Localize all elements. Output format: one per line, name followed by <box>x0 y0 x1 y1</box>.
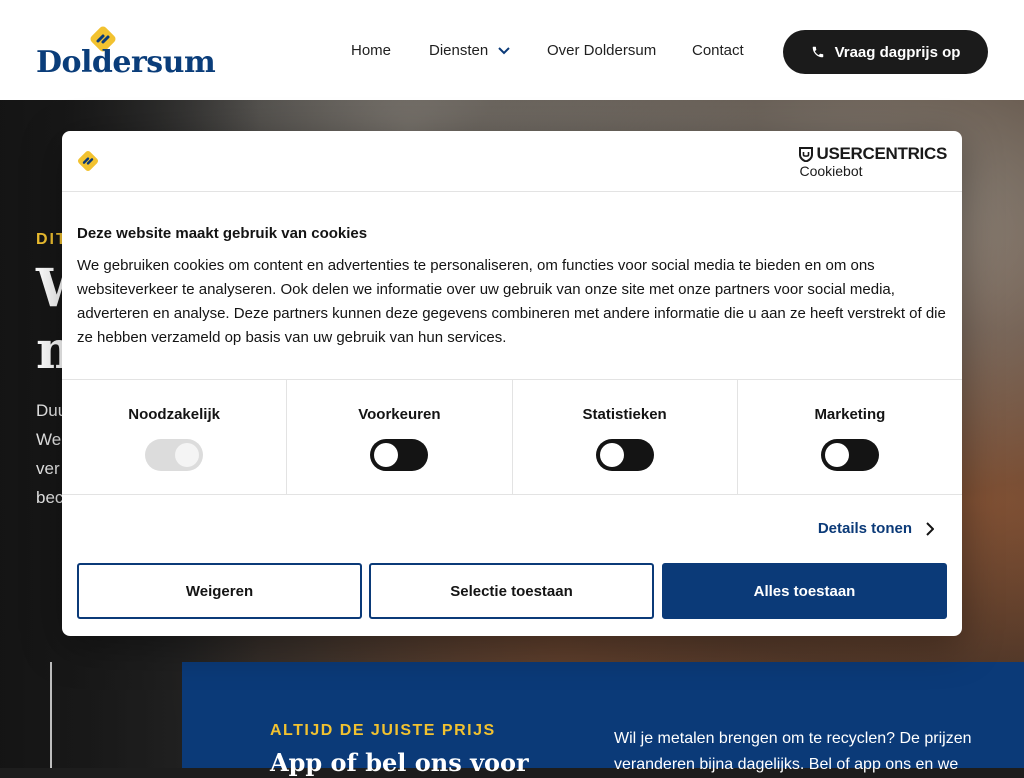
nav-over-doldersum[interactable]: Over Doldersum <box>547 42 656 59</box>
consent-preferences: Voorkeuren <box>287 380 513 494</box>
panel-eyebrow: ALTIJD DE JUISTE PRIJS <box>270 722 496 739</box>
site-header: Doldersum Home Diensten Over Doldersum C… <box>0 0 1024 100</box>
decorative-line <box>50 662 52 768</box>
cookie-description: We gebruiken cookies om content en adver… <box>77 257 946 346</box>
consent-label: Statistieken <box>582 406 667 423</box>
consent-label: Marketing <box>814 406 886 423</box>
chevron-down-icon <box>498 47 511 55</box>
consent-categories: Noodzakelijk Voorkeuren Statistieken Mar… <box>62 379 962 495</box>
consent-statistics: Statistieken <box>513 380 738 494</box>
allow-all-button[interactable]: Alles toestaan <box>662 563 947 619</box>
necessary-toggle <box>145 439 204 471</box>
preferences-toggle[interactable] <box>370 439 429 471</box>
nav-diensten[interactable]: Diensten <box>429 42 511 59</box>
show-details-link[interactable]: Details tonen <box>818 520 934 537</box>
site-logo-icon <box>78 151 98 171</box>
consent-label: Voorkeuren <box>358 406 441 423</box>
nav-diensten-label: Diensten <box>429 42 489 59</box>
consent-marketing: Marketing <box>738 380 962 494</box>
statistics-toggle[interactable] <box>595 439 654 471</box>
request-price-label: Vraag dagprijs op <box>834 43 961 61</box>
panel-body: Wil je metalen brengen om te recyclen? D… <box>614 730 972 773</box>
consent-necessary: Noodzakelijk <box>62 380 288 494</box>
phone-icon <box>812 46 823 58</box>
show-details-label: Details tonen <box>817 520 912 537</box>
nav-home[interactable]: Home <box>351 42 391 59</box>
cookiebot-label: Cookiebot <box>799 163 863 179</box>
cookie-title: Deze website maakt gebruik van cookies <box>77 225 368 242</box>
chevron-right-icon <box>926 521 934 536</box>
consent-label: Noodzakelijk <box>128 406 220 423</box>
usercentrics-label: USERCENTRICS <box>816 144 947 163</box>
cookie-dialog-header: USERCENTRICS Cookiebot <box>62 131 962 192</box>
allow-selection-button[interactable]: Selectie toestaan <box>369 563 654 619</box>
panel-title: App of bel ons voor <box>270 748 529 777</box>
doldersum-logo[interactable]: Doldersum <box>36 24 216 80</box>
marketing-toggle[interactable] <box>820 439 879 471</box>
usercentrics-brand[interactable]: USERCENTRICS Cookiebot <box>799 145 947 179</box>
logo-text: Doldersum <box>36 45 216 80</box>
deny-button[interactable]: Weigeren <box>77 563 362 619</box>
nav-contact[interactable]: Contact <box>692 42 744 59</box>
shield-icon <box>799 146 814 162</box>
request-price-button[interactable]: Vraag dagprijs op <box>783 30 988 74</box>
cookie-dialog: USERCENTRICS Cookiebot Deze website maak… <box>62 131 962 636</box>
